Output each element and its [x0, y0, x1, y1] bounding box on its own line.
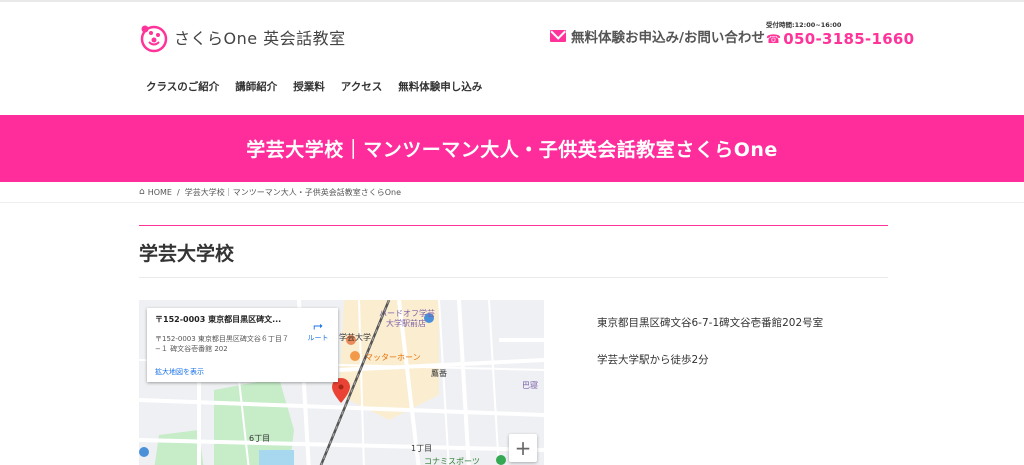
map-label-hardoff2: 大学駅前店	[386, 319, 426, 328]
map-label-chome1: 1丁目	[411, 444, 433, 453]
home-icon: ⌂	[139, 187, 145, 197]
title-divider-bottom	[139, 277, 888, 278]
map-route-button[interactable]: ⮣ ルート	[303, 318, 333, 343]
title-divider-top	[139, 225, 888, 226]
nav-item-free-trial[interactable]: 無料体験申し込み	[398, 79, 482, 94]
phone-icon: ☎	[766, 32, 782, 46]
address-text: 東京都目黒区碑文谷6-7-1碑文谷壱番館202号室	[597, 317, 824, 329]
map-label-gakugei: 学芸大学	[339, 333, 371, 342]
breadcrumb-home[interactable]: HOME	[148, 188, 172, 197]
map-card-address: 〒152-0003 東京都目黒区碑文谷６丁目７−１ 碑文谷壱番館 202	[155, 335, 289, 353]
map-info-card: 〒152-0003 東京都目黒区碑文... 〒152-0003 東京都目黒区碑文…	[147, 308, 338, 382]
page-banner: 学芸大学校｜マンツーマン大人・子供英会話教室さくらOne	[0, 115, 1024, 182]
phone-block[interactable]: 受付時間:12:00~16:00 ☎ 050-3185-1660	[766, 19, 914, 48]
phone-number: ☎ 050-3185-1660	[766, 30, 914, 48]
nav-item-classes[interactable]: クラスのご紹介	[146, 79, 219, 94]
breadcrumb-current: 学芸大学校｜マンツーマン大人・子供英会話教室さくらOne	[184, 187, 401, 197]
access-text: 学芸大学駅から徒歩2分	[597, 354, 709, 366]
map-label-chome6: 6丁目	[249, 434, 271, 443]
map-label-konami: コナミスポーツ	[424, 457, 480, 465]
access-info: 東京都目黒区碑文谷6-7-1碑文谷壱番館202号室 学芸大学駅から徒歩2分	[597, 315, 823, 389]
sakura-logo-icon	[140, 25, 168, 53]
route-icon: ⮣	[313, 318, 323, 332]
map-label-matter: マッターホーン	[365, 353, 421, 362]
breadcrumb-separator: /	[177, 187, 180, 197]
map-label-tomoe: 巴寝	[522, 381, 538, 390]
phone-number-text: 050-3185-1660	[783, 30, 915, 48]
logo-text: さくらOne 英会話教室	[174, 29, 346, 48]
map-zoom-in-button[interactable]: +	[509, 434, 537, 462]
breadcrumb: ⌂ HOME / 学芸大学校｜マンツーマン大人・子供英会話教室さくらOne	[0, 182, 1024, 203]
google-map[interactable]: ハードオフ学芸 大学駅前店 学芸大学 マッターホーン 鷹番 巴寝 6丁目 1丁目…	[139, 300, 544, 465]
site-header: さくらOne 英会話教室 無料体験お申込み/お問い合わせ 受付時間:12:00~…	[0, 2, 1024, 115]
map-card-title: 〒152-0003 東京都目黒区碑文...	[155, 315, 282, 324]
nav-item-access[interactable]: アクセス	[341, 79, 382, 94]
route-label: ルート	[307, 334, 329, 342]
contact-link[interactable]: 無料体験お申込み/お問い合わせ	[550, 26, 765, 46]
page-title: 学芸大学校	[139, 243, 235, 265]
contact-link-label: 無料体験お申込み/お問い合わせ	[571, 30, 765, 46]
mail-icon	[550, 30, 566, 42]
nav-item-teachers[interactable]: 講師紹介	[235, 79, 277, 94]
site-logo[interactable]: さくらOne 英会話教室	[138, 20, 346, 54]
nav-item-tuition[interactable]: 授業料	[293, 79, 325, 94]
main-nav: クラスのご紹介 講師紹介 授業料 アクセス 無料体験申し込み	[146, 79, 498, 94]
map-enlarge-link[interactable]: 拡大地図を表示	[155, 367, 204, 377]
map-label-takaban: 鷹番	[431, 369, 447, 378]
banner-title: 学芸大学校｜マンツーマン大人・子供英会話教室さくらOne	[246, 139, 778, 161]
phone-hours: 受付時間:12:00~16:00	[766, 21, 842, 29]
